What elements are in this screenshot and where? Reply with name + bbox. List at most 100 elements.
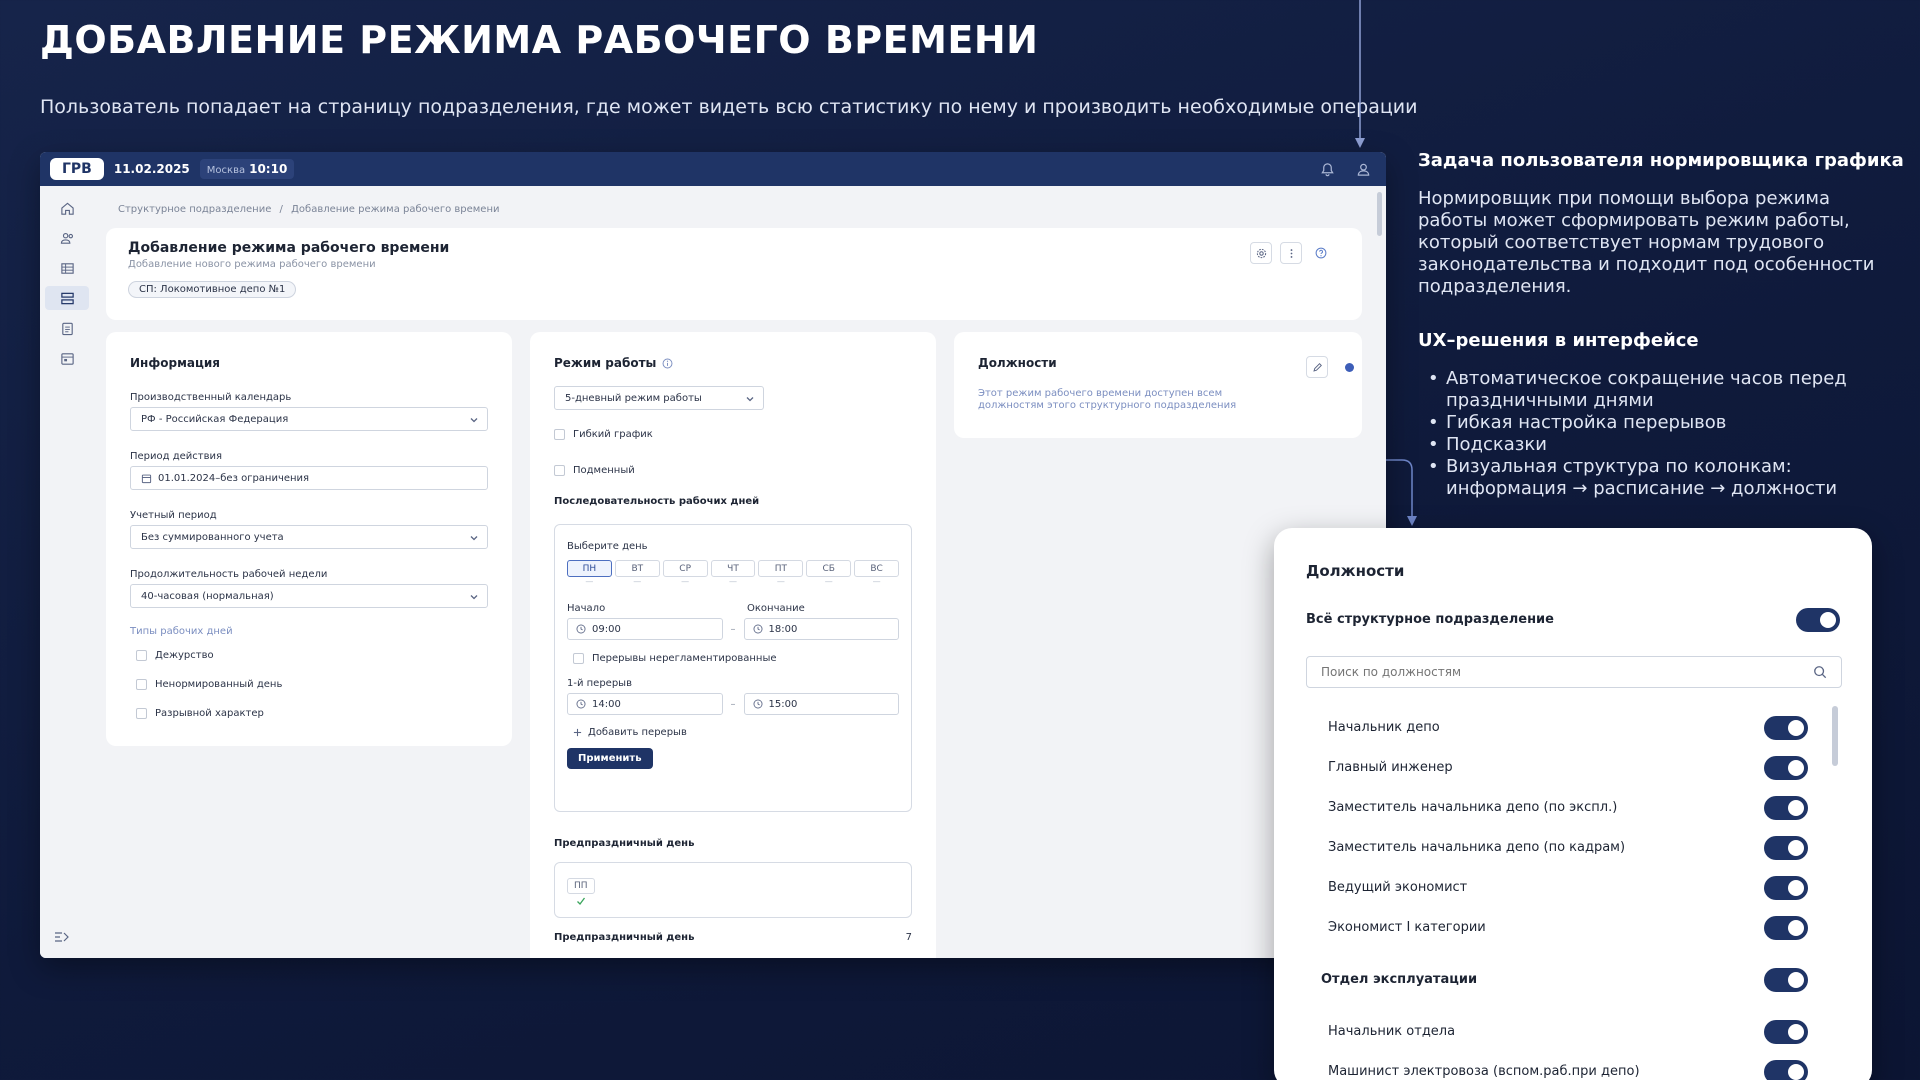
sidebar-item-home[interactable]: [45, 196, 89, 220]
sidebar-item-users[interactable]: [45, 226, 89, 250]
edit-positions-button[interactable]: [1306, 356, 1328, 378]
settings-button[interactable]: [1250, 242, 1272, 264]
calendar-select[interactable]: РФ - Российская Федерация: [130, 407, 488, 431]
break1-end-input[interactable]: 15:00: [743, 693, 899, 715]
sidebar-item-calendar[interactable]: [45, 346, 89, 370]
info-card-title: Информация: [130, 356, 220, 370]
user-icon[interactable]: [1350, 156, 1376, 182]
help-button[interactable]: [1310, 242, 1332, 264]
position-toggle[interactable]: [1764, 796, 1808, 820]
group-toggle[interactable]: [1764, 968, 1808, 992]
day-type-split[interactable]: Разрывной характер: [136, 703, 488, 723]
positions-search[interactable]: [1306, 656, 1842, 688]
position-toggle[interactable]: [1764, 1060, 1808, 1080]
more-button[interactable]: [1280, 242, 1302, 264]
position-toggle[interactable]: [1764, 1020, 1808, 1044]
flexible-schedule-option[interactable]: Гибкий график: [554, 424, 912, 444]
end-time-value: 18:00: [768, 623, 798, 635]
shift-label: Подменный: [573, 464, 635, 476]
info-icon[interactable]: [662, 358, 673, 369]
gear-icon: [1256, 248, 1266, 258]
positions-card: Должности Этот режим рабочего времени до…: [954, 332, 1362, 438]
account-period-select[interactable]: Без суммированного учета: [130, 525, 488, 549]
page-subtitle: Добавление нового режима рабочего времен…: [128, 259, 376, 270]
positions-search-input[interactable]: [1321, 665, 1813, 679]
add-break-button[interactable]: Добавить перерыв: [567, 727, 899, 738]
sidebar: [40, 186, 94, 958]
collapse-sidebar-button[interactable]: [54, 929, 70, 948]
sidebar-item-table[interactable]: [45, 256, 89, 280]
position-toggle[interactable]: [1764, 836, 1808, 860]
checkbox[interactable]: [136, 707, 147, 719]
help-icon: [1315, 247, 1327, 259]
day-sun[interactable]: ВС —: [854, 560, 900, 586]
position-row: Главный инженер: [1328, 760, 1453, 775]
day-tue[interactable]: ВТ —: [614, 560, 660, 586]
unregulated-breaks-option[interactable]: Перерывы нерегламентированные: [567, 648, 899, 668]
preholiday-chip[interactable]: ПП: [567, 878, 595, 906]
clipboard-icon: [61, 322, 73, 335]
sequence-title: Последовательность рабочих дней: [554, 496, 760, 507]
checkbox[interactable]: [136, 678, 147, 690]
page-scrollbar[interactable]: [1377, 192, 1382, 236]
current-date: 11.02.2025: [113, 162, 190, 176]
clock-icon: [753, 624, 762, 634]
period-input[interactable]: 01.01.2024–без ограничения: [130, 466, 488, 490]
day-sequence-box: Выберите день ПН — ВТ — СР — ЧТ — ПТ — СБ — ВС…: [554, 524, 912, 812]
position-toggle[interactable]: [1764, 876, 1808, 900]
apply-button[interactable]: Применить: [567, 748, 653, 769]
start-time-value: 09:00: [592, 623, 621, 635]
more-vertical-icon: [1290, 248, 1292, 258]
day-mon[interactable]: ПН —: [567, 560, 612, 586]
week-duration-select[interactable]: 40-часовая (нормальная): [130, 584, 488, 608]
shift-option[interactable]: Подменный: [554, 460, 912, 480]
day-thu[interactable]: ЧТ —: [710, 560, 756, 586]
panel-scrollbar[interactable]: [1832, 706, 1838, 766]
pencil-icon: [1312, 362, 1322, 372]
day-dash: —: [872, 577, 881, 586]
day-wed[interactable]: СР —: [662, 560, 708, 586]
chevron-down-icon: [470, 418, 478, 423]
work-mode-select[interactable]: 5-дневный режим работы: [554, 386, 764, 410]
all-department-toggle[interactable]: [1796, 608, 1840, 632]
break1-start-value: 14:00: [592, 698, 621, 710]
bell-icon[interactable]: [1314, 156, 1340, 182]
position-toggle[interactable]: [1764, 716, 1808, 740]
checkbox[interactable]: [554, 428, 565, 440]
clock-widget: Москва 10:10: [199, 159, 295, 179]
sidebar-item-structure[interactable]: [45, 286, 89, 310]
positions-card-title: Должности: [978, 356, 1057, 370]
day-label: СР: [679, 563, 691, 574]
checkbox[interactable]: [136, 649, 147, 661]
position-toggle[interactable]: [1764, 916, 1808, 940]
breadcrumb-parent[interactable]: Структурное подразделение: [118, 204, 271, 215]
day-fri[interactable]: ПТ —: [758, 560, 804, 586]
break1-start-input[interactable]: 14:00: [567, 693, 723, 715]
period-value: 01.01.2024–без ограничения: [158, 472, 310, 484]
breadcrumb-separator: /: [279, 204, 283, 215]
chevron-down-icon: [746, 397, 754, 402]
checkbox[interactable]: [554, 464, 565, 476]
day-type-duty[interactable]: Дежурство: [136, 645, 488, 665]
app-logo[interactable]: ГРВ: [50, 158, 104, 180]
day-type-irregular[interactable]: Ненормированный день: [136, 674, 488, 694]
collapse-icon: [55, 932, 69, 942]
day-type-label: Разрывной характер: [155, 707, 264, 719]
department-chip[interactable]: СП: Локомотивное депо №1: [128, 281, 297, 298]
day-label: ВС: [870, 563, 883, 574]
app-window: ГРВ 11.02.2025 Москва 10:10 Структурное …: [40, 152, 1386, 958]
sidebar-item-tasks[interactable]: [45, 316, 89, 340]
account-period-label: Учетный период: [130, 510, 217, 521]
end-time-input[interactable]: 18:00: [743, 618, 899, 640]
day-sat[interactable]: СБ —: [806, 560, 852, 586]
start-time-input[interactable]: 09:00: [567, 618, 723, 640]
day-dash: —: [585, 577, 594, 586]
calendar-value: РФ - Российская Федерация: [141, 413, 289, 425]
position-toggle[interactable]: [1764, 756, 1808, 780]
work-mode-value: 5-дневный режим работы: [565, 392, 702, 404]
checkbox[interactable]: [573, 652, 584, 664]
positions-card-note: Этот режим рабочего времени доступен все…: [978, 388, 1237, 411]
search-icon[interactable]: [1813, 665, 1827, 679]
task-line: Нормировщик при помощи выбора режима: [1418, 188, 1831, 209]
slide-subtitle: Пользователь попадает на страницу подраз…: [40, 96, 1418, 118]
